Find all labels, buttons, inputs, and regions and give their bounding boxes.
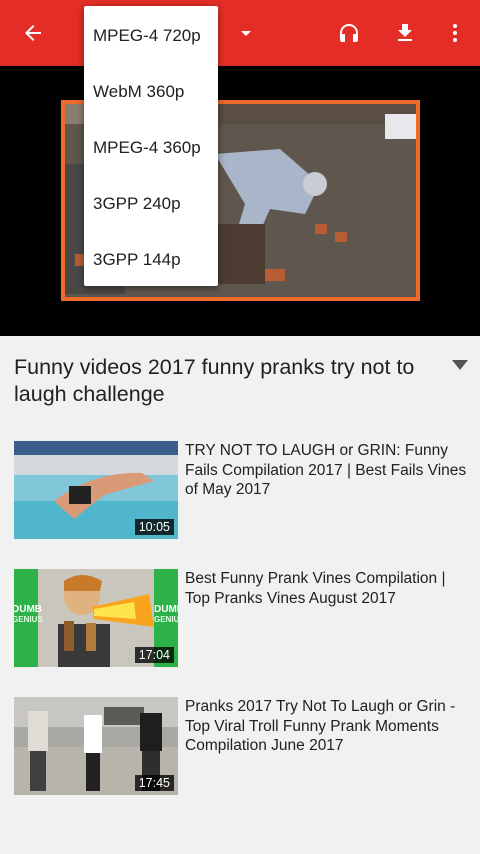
related-thumbnail: 10:05 [14, 441, 178, 539]
video-title: Funny videos 2017 funny pranks try not t… [14, 355, 415, 406]
duration-badge: 10:05 [134, 519, 174, 535]
download-button[interactable] [381, 9, 429, 57]
related-video-item[interactable]: 17:45 Pranks 2017 Try Not To Laugh or Gr… [14, 697, 466, 797]
related-video-item[interactable]: 10:05 TRY NOT TO LAUGH or GRIN: Funny Fa… [14, 441, 466, 541]
menu-item-mpeg4-360p[interactable]: MPEG-4 360p [84, 120, 218, 176]
menu-item-3gpp-240p[interactable]: 3GPP 240p [84, 176, 218, 232]
menu-item-webm-360p[interactable]: WebM 360p [84, 64, 218, 120]
download-icon [398, 24, 412, 41]
duration-badge: 17:04 [134, 647, 174, 663]
headphones-icon [340, 24, 358, 42]
thumb-text-right: DUMBGENIUS [154, 604, 178, 625]
more-vert-icon [453, 24, 457, 42]
arrow-back-icon [25, 25, 41, 41]
toolbar [0, 0, 480, 66]
menu-item-3gpp-144p[interactable]: 3GPP 144p [84, 232, 218, 288]
triangle-down-icon [452, 360, 468, 370]
video-player[interactable] [0, 66, 480, 336]
more-options-button[interactable] [431, 9, 479, 57]
related-thumbnail: 17:45 [14, 697, 178, 795]
related-video-item[interactable]: DUMBGENIUS DUMBGENIUS 17:04 Best Funny P… [14, 569, 466, 669]
related-title: TRY NOT TO LAUGH or GRIN: Funny Fails Co… [185, 442, 467, 498]
back-button[interactable] [9, 9, 57, 57]
quality-menu: MPEG-4 720p WebM 360p MPEG-4 360p 3GPP 2… [84, 6, 218, 286]
quality-dropdown-button[interactable] [222, 9, 270, 57]
related-title: Best Funny Prank Vines Compilation | Top… [185, 570, 446, 607]
duration-badge: 17:45 [134, 775, 174, 791]
background-play-button[interactable] [325, 9, 373, 57]
related-thumbnail: DUMBGENIUS DUMBGENIUS 17:04 [14, 569, 178, 667]
menu-item-mpeg4-720p[interactable]: MPEG-4 720p [84, 8, 218, 64]
thumb-text-left: DUMB GENIUS [14, 604, 43, 625]
dropdown-arrow-icon [241, 31, 251, 36]
expand-description-button[interactable] [450, 356, 470, 376]
related-title: Pranks 2017 Try Not To Laugh or Grin - T… [185, 698, 456, 754]
